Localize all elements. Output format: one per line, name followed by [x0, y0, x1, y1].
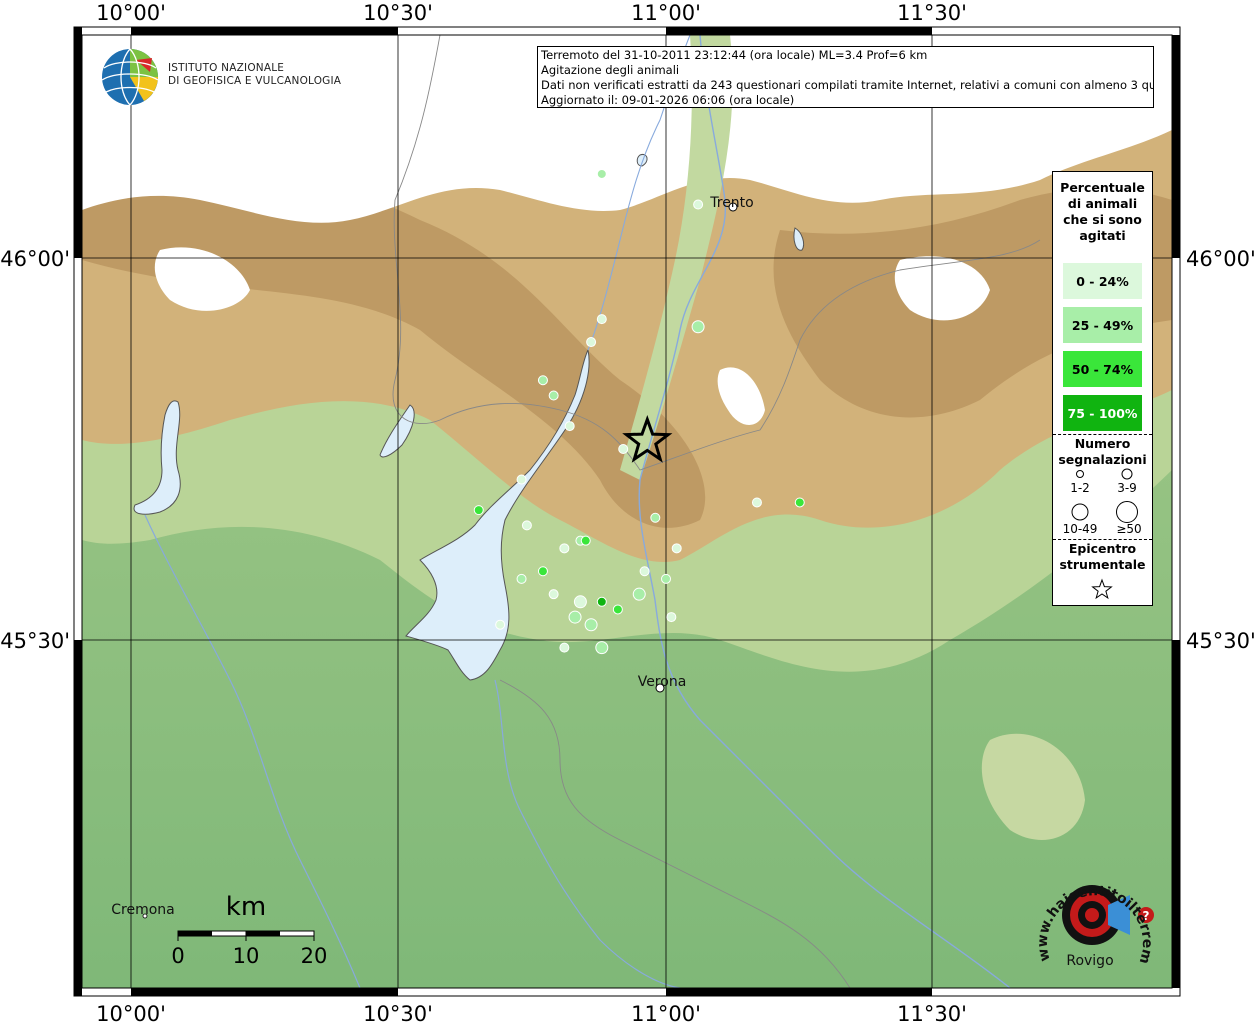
- lon-ticks-top: 10°00' 10°30' 11°00' 11°30': [96, 1, 967, 25]
- count-title-line: segnalazioni: [1058, 452, 1147, 467]
- count-title-line: Numero: [1074, 436, 1131, 451]
- logo-line-1: ISTITUTO NAZIONALE: [168, 62, 285, 74]
- questionnaire-point[interactable]: [618, 444, 629, 454]
- city-label-rovigo: Rovigo: [1066, 953, 1113, 969]
- info-line-3: Dati non verificati estratti da 243 ques…: [541, 78, 1154, 92]
- legend-title-line: di animali: [1067, 196, 1138, 211]
- tick-lat-right-1: 45°30': [1186, 629, 1255, 653]
- tick-lon-top-0: 10°00': [96, 1, 166, 25]
- legend-class-1: 25 - 49%: [1063, 307, 1142, 343]
- questionnaire-point[interactable]: [521, 520, 532, 531]
- questionnaire-point[interactable]: [639, 566, 650, 577]
- questionnaire-point[interactable]: [666, 612, 677, 623]
- questionnaire-point[interactable]: [661, 573, 671, 584]
- questionnaire-point[interactable]: [596, 596, 607, 607]
- questionnaire-point[interactable]: [568, 610, 582, 624]
- epicenter-title-line: strumentale: [1059, 557, 1146, 572]
- scale-unit: km: [226, 892, 266, 922]
- tick-lat-left-1: 45°30': [0, 629, 70, 653]
- questionnaire-point[interactable]: [537, 566, 548, 577]
- questionnaire-point[interactable]: [573, 595, 587, 609]
- questionnaire-point[interactable]: [516, 474, 527, 485]
- questionnaire-point[interactable]: [596, 168, 607, 179]
- questionnaire-point[interactable]: [595, 641, 609, 655]
- legend-title-line: che si sono: [1063, 212, 1142, 227]
- city-label-cremona: Cremona: [111, 902, 175, 918]
- questionnaire-point[interactable]: [548, 589, 559, 600]
- legend: Percentuale di animali che si sono agita…: [1052, 171, 1153, 606]
- count-label-10-49: 10-49: [1063, 522, 1098, 536]
- legend-title-line: agitati: [1079, 228, 1126, 243]
- tick-lon-bottom-2: 11°00': [631, 1002, 701, 1024]
- info-line-1: Terremoto del 31-10-2011 23:12:44 (ora l…: [541, 48, 928, 62]
- info-line-2: Agitazione degli animali: [541, 63, 680, 77]
- questionnaire-point[interactable]: [650, 512, 661, 523]
- questionnaire-point[interactable]: [596, 314, 607, 325]
- tick-lat-left-0: 46°00': [0, 247, 70, 271]
- questionnaire-point[interactable]: [693, 199, 704, 210]
- terrain: [82, 35, 1172, 988]
- event-info-box: Terremoto del 31-10-2011 23:12:44 (ora l…: [537, 46, 1154, 108]
- questionnaire-point[interactable]: [564, 421, 575, 432]
- questionnaire-point[interactable]: [671, 543, 682, 554]
- tick-lat-right-0: 46°00': [1186, 247, 1255, 271]
- scale-label-10: 10: [233, 944, 260, 968]
- legend-class-3: 75 - 100%: [1063, 395, 1142, 431]
- epicenter-title-line: Epicentro: [1068, 541, 1137, 556]
- city-label-trento: Trento: [709, 195, 753, 211]
- tick-lon-bottom-1: 10°30': [363, 1002, 433, 1024]
- epicenter-legend-star-icon: [1091, 578, 1113, 600]
- questionnaire-point[interactable]: [612, 604, 623, 615]
- tick-lon-bottom-0: 10°00': [96, 1002, 166, 1024]
- questionnaire-point[interactable]: [751, 497, 762, 508]
- count-symbols: 1-2 3-9 10-49 ≥50: [1063, 468, 1142, 536]
- questionnaire-point[interactable]: [794, 497, 805, 508]
- scale-label-0: 0: [171, 944, 184, 968]
- legend-title-line: Percentuale: [1060, 180, 1145, 195]
- ingv-logo-icon: [101, 48, 159, 106]
- tick-lon-top-3: 11°30': [897, 1, 967, 25]
- count-title: Numero segnalazioni: [1053, 436, 1152, 468]
- questionnaire-point[interactable]: [586, 337, 597, 348]
- questionnaire-point[interactable]: [559, 543, 570, 554]
- tick-lon-top-2: 11°00': [631, 1, 701, 25]
- questionnaire-point[interactable]: [516, 573, 527, 584]
- legend-class-0: 0 - 24%: [1063, 263, 1142, 299]
- count-label-50: ≥50: [1116, 522, 1141, 536]
- ingv-logo-text: ISTITUTO NAZIONALE DI GEOFISICA E VULCAN…: [168, 62, 341, 88]
- scale-label-20: 20: [301, 944, 328, 968]
- questionnaire-point[interactable]: [632, 587, 646, 601]
- legend-class-2: 50 - 74%: [1063, 351, 1142, 387]
- count-label-3-9: 3-9: [1117, 481, 1137, 495]
- city-label-verona: Verona: [638, 674, 687, 690]
- questionnaire-point[interactable]: [495, 619, 506, 630]
- questionnaire-point[interactable]: [691, 320, 705, 334]
- lat-ticks-left: 46°00' 45°30': [0, 247, 70, 653]
- count-label-1-2: 1-2: [1070, 481, 1090, 495]
- tick-lon-bottom-3: 11°30': [897, 1002, 967, 1024]
- questionnaire-point[interactable]: [584, 618, 598, 632]
- questionnaire-point[interactable]: [537, 375, 548, 386]
- questionnaire-point[interactable]: [580, 535, 591, 546]
- tick-lon-top-1: 10°30': [363, 1, 433, 25]
- questionnaire-point[interactable]: [548, 390, 559, 401]
- lon-ticks-bottom: 10°00' 10°30' 11°00' 11°30': [96, 1002, 967, 1024]
- logo-line-2: DI GEOFISICA E VULCANOLOGIA: [168, 75, 342, 87]
- legend-separator: [1053, 434, 1152, 435]
- lat-ticks-right: 46°00' 45°30': [1186, 247, 1255, 653]
- questionnaire-point[interactable]: [559, 642, 570, 653]
- questionnaire-point[interactable]: [473, 505, 484, 516]
- epicenter-title: Epicentro strumentale: [1053, 541, 1152, 573]
- legend-title: Percentuale di animali che si sono agita…: [1053, 180, 1152, 244]
- legend-separator: [1053, 539, 1152, 540]
- info-line-4: Aggiornato il: 09-01-2026 06:06 (ora loc…: [541, 93, 795, 107]
